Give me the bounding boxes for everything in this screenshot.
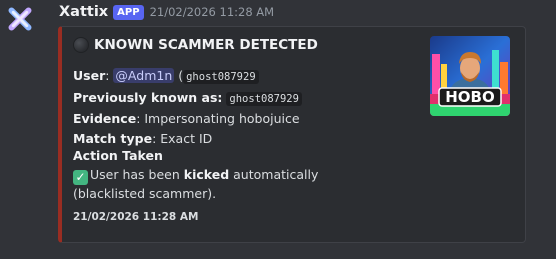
embed-card: KNOWN SCAMMER DETECTED User: @Adm1n (gho… xyxy=(58,26,526,243)
field-evidence-label: Evidence xyxy=(73,111,137,126)
field-previously-known-label: Previously known as xyxy=(73,89,218,105)
embed-title: KNOWN SCAMMER DETECTED xyxy=(73,37,318,53)
chat-message: Xattix APP 21/02/2026 11:28 AM KNOWN SCA… xyxy=(0,0,556,259)
field-evidence: Evidence: Impersonating hobojuice xyxy=(73,111,300,126)
check-mark-icon: ✓ xyxy=(73,170,88,185)
embed-title-text: KNOWN SCAMMER DETECTED xyxy=(94,37,318,53)
field-evidence-value: Impersonating hobojuice xyxy=(144,111,300,126)
hobo-logo-text: HOBO xyxy=(445,88,495,106)
embed-fields: User: @Adm1n (ghost087929 Previously kno… xyxy=(73,66,302,148)
action-title: Action Taken xyxy=(73,148,163,163)
field-previously-known: Previously known as: ghost087929 xyxy=(73,88,302,110)
field-match-type: Match type: Exact ID xyxy=(73,130,213,146)
action-text-bold: kicked xyxy=(183,167,230,182)
message-header: Xattix APP 21/02/2026 11:28 AM xyxy=(59,3,274,21)
previously-known-code: ghost087929 xyxy=(226,91,302,106)
field-match-type-label: Match type xyxy=(73,130,153,146)
hobo-logo-image: HOBO xyxy=(430,36,510,116)
action-text-before: User has been xyxy=(90,167,184,182)
user-mention[interactable]: @Adm1n xyxy=(113,68,175,83)
embed-thumbnail[interactable]: HOBO xyxy=(430,36,510,116)
app-badge: APP xyxy=(113,4,144,20)
user-paren-open: ( xyxy=(174,68,184,83)
user-id-code: ghost087929 xyxy=(183,70,259,84)
field-user: User: @Adm1n (ghost087929 xyxy=(73,66,302,88)
action-text: ✓ User has been kicked automatically (bla… xyxy=(73,166,393,204)
message-timestamp: 21/02/2026 11:28 AM xyxy=(149,5,275,19)
field-user-label: User xyxy=(73,68,106,83)
field-match-type-value: Exact ID xyxy=(160,130,213,146)
embed-footer: 21/02/2026 11:28 AM xyxy=(73,211,199,223)
username[interactable]: Xattix xyxy=(59,4,108,20)
black-circle-icon xyxy=(73,37,89,53)
x-logo-icon xyxy=(8,7,32,31)
avatar[interactable] xyxy=(4,3,36,35)
